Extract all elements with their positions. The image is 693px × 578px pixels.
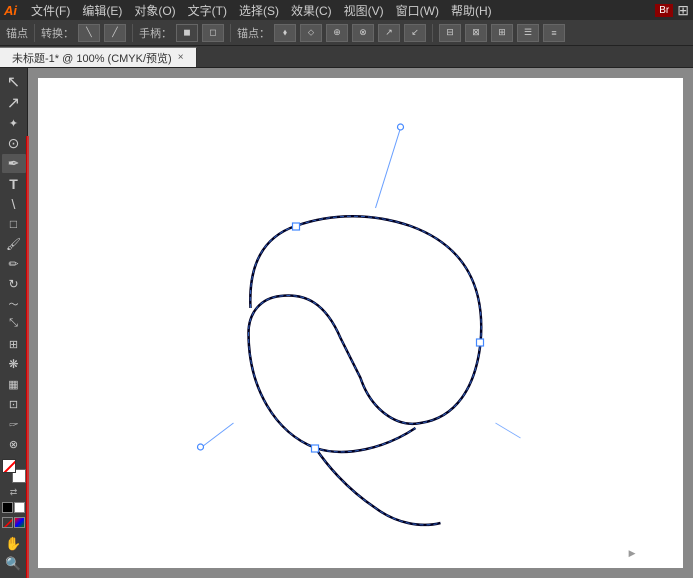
selection-tool-btn[interactable]: ↖ <box>2 72 26 92</box>
separator <box>34 24 35 42</box>
none-swatch[interactable] <box>2 517 13 528</box>
swap-colors-btn[interactable]: ⇄ <box>10 487 18 498</box>
canvas-document: ▶ <box>38 78 683 568</box>
workspace-switcher-icon[interactable]: ⊞ <box>677 2 689 19</box>
main-area: ↖ ↗ ✦ ⊙ ✒ T \ □ 🖌 ✏ ↻ 〜 ⤡ ⊞ ❋ <box>0 68 693 578</box>
magic-wand-tool-btn[interactable]: ✦ <box>2 114 26 133</box>
artboard-tool-btn[interactable]: ⊡ <box>2 395 26 414</box>
menu-help[interactable]: 帮助(H) <box>445 2 498 19</box>
handle-label: 手柄： <box>139 25 172 41</box>
convert-anchor-btn1[interactable]: ╲ <box>78 24 100 42</box>
left-toolbar-wrapper: ↖ ↗ ✦ ⊙ ✒ T \ □ 🖌 ✏ ↻ 〜 ⤡ ⊞ ❋ <box>0 68 28 578</box>
anchorpt-label: 锚点： <box>237 25 270 41</box>
anchor-btn5[interactable]: ↗ <box>378 24 400 42</box>
eyedropper-tool-btn[interactable]: 🖙 <box>2 415 26 434</box>
anchor-btn4[interactable]: ⊗ <box>352 24 374 42</box>
tab-title: 未标题-1* @ 100% (CMYK/预览) <box>12 50 172 66</box>
rotate-tool-btn[interactable]: ↻ <box>2 274 26 293</box>
direct-selection-tool-btn[interactable]: ↗ <box>2 93 26 113</box>
pen-tool-btn[interactable]: ✒ <box>2 154 26 173</box>
handle-btn2[interactable]: ◻ <box>202 24 224 42</box>
fill-swatch[interactable] <box>2 459 16 473</box>
convert-label: 转换： <box>41 25 74 41</box>
anchor-btn6[interactable]: ↙ <box>404 24 426 42</box>
pencil-tool-btn[interactable]: ✏ <box>2 254 26 273</box>
lasso-tool-btn[interactable]: ⊙ <box>2 134 26 153</box>
menu-edit[interactable]: 编辑(E) <box>76 2 128 19</box>
red-line <box>27 136 29 578</box>
tab-close-button[interactable]: × <box>178 52 184 63</box>
menu-select[interactable]: 选择(S) <box>233 2 285 19</box>
align-btn2[interactable]: ⊠ <box>465 24 487 42</box>
graph-tool-btn[interactable]: ▦ <box>2 375 26 394</box>
anchor-btn3[interactable]: ⊕ <box>326 24 348 42</box>
drawing-svg: ▶ <box>38 78 683 568</box>
tab-bar: 未标题-1* @ 100% (CMYK/预览) × <box>0 46 693 68</box>
hand-tool-btn[interactable]: ✋ <box>2 535 26 554</box>
line-tool-btn[interactable]: \ <box>2 194 26 213</box>
svg-text:▶: ▶ <box>629 548 636 558</box>
anchor-btn2[interactable]: ⬦ <box>300 24 322 42</box>
menu-bar: Ai 文件(F) 编辑(E) 对象(O) 文字(T) 选择(S) 效果(C) 视… <box>0 0 693 20</box>
align-btn5[interactable]: ≡ <box>543 24 565 42</box>
app-logo: Ai <box>4 3 17 18</box>
menu-view[interactable]: 视图(V) <box>338 2 390 19</box>
align-btn4[interactable]: ☰ <box>517 24 539 42</box>
color-mode-btn[interactable] <box>14 517 25 528</box>
color-swatches: ⇄ <box>2 459 26 532</box>
menu-effect[interactable]: 效果(C) <box>285 2 338 19</box>
scale-tool-btn[interactable]: ⤡ <box>2 314 26 333</box>
separator2 <box>132 24 133 42</box>
bridge-icon[interactable]: Br <box>655 4 673 17</box>
anchor-btn1[interactable]: ⬧ <box>274 24 296 42</box>
blend-tool-btn[interactable]: ⊗ <box>2 435 26 454</box>
align-btn1[interactable]: ⊟ <box>439 24 461 42</box>
paintbrush-tool-btn[interactable]: 🖌 <box>2 234 26 253</box>
type-tool-btn[interactable]: T <box>2 174 26 193</box>
menu-file[interactable]: 文件(F) <box>25 2 76 19</box>
anchor-label: 锚点 <box>6 25 28 41</box>
free-transform-btn[interactable]: ⊞ <box>2 335 26 354</box>
options-bar: 锚点 转换： ╲ ╱ 手柄： ◼ ◻ 锚点： ⬧ ⬦ ⊕ ⊗ ↗ ↙ ⊟ ⊠ ⊞… <box>0 20 693 46</box>
zoom-tool-btn[interactable]: 🔍 <box>2 555 26 574</box>
default-stroke-btn[interactable] <box>14 502 25 513</box>
menu-object[interactable]: 对象(O) <box>128 2 181 19</box>
align-btn3[interactable]: ⊞ <box>491 24 513 42</box>
symbol-tool-btn[interactable]: ❋ <box>2 355 26 374</box>
convert-anchor-btn2[interactable]: ╱ <box>104 24 126 42</box>
canvas-area[interactable]: ▶ <box>28 68 693 578</box>
warp-tool-btn[interactable]: 〜 <box>2 294 26 313</box>
handle-btn1[interactable]: ◼ <box>176 24 198 42</box>
menu-type[interactable]: 文字(T) <box>182 2 233 19</box>
separator3 <box>230 24 231 42</box>
document-tab[interactable]: 未标题-1* @ 100% (CMYK/预览) × <box>0 47 197 67</box>
menu-window[interactable]: 窗口(W) <box>390 2 445 19</box>
default-colors-btn[interactable] <box>2 502 13 513</box>
rectangle-tool-btn[interactable]: □ <box>2 214 26 233</box>
left-toolbar: ↖ ↗ ✦ ⊙ ✒ T \ □ 🖌 ✏ ↻ 〜 ⤡ ⊞ ❋ <box>0 68 28 578</box>
